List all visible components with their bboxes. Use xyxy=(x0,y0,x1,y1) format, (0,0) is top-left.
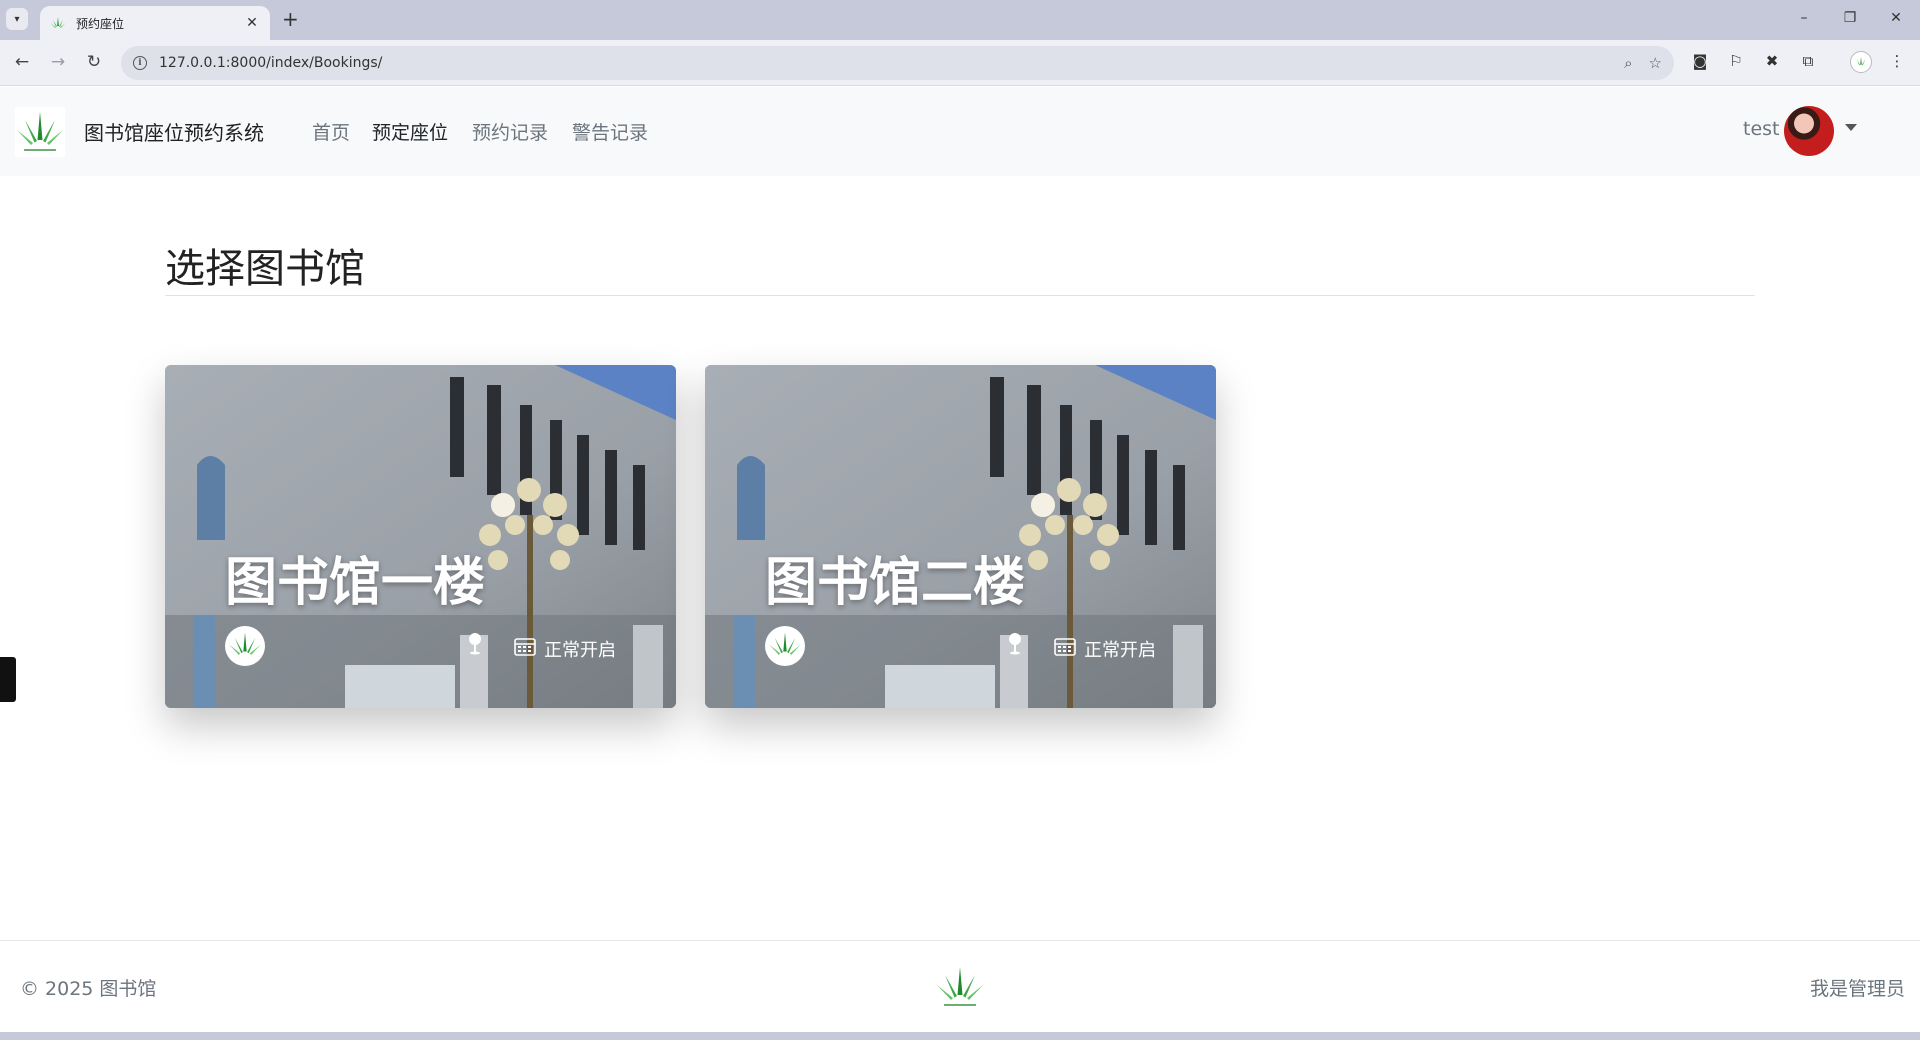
card-status: 正常开启 xyxy=(1084,640,1156,661)
site-navbar: 图书馆座位预约系统 首页 预定座位 预约记录 警告记录 test xyxy=(0,87,1920,176)
extension-x-icon[interactable]: ✖ xyxy=(1761,52,1783,70)
footer-logo xyxy=(935,963,985,1011)
calendar-icon xyxy=(1054,638,1076,656)
card-status: 正常开启 xyxy=(544,640,616,661)
browser-tab[interactable]: 预约座位 ✕ xyxy=(40,6,270,40)
minimize-icon[interactable]: – xyxy=(1794,10,1814,26)
restore-window-icon[interactable]: ❐ xyxy=(1840,10,1860,26)
new-tab-plus-icon[interactable]: + xyxy=(282,9,299,29)
library-card-floor-2[interactable]: 图书馆二楼 正常开启 xyxy=(705,365,1216,708)
location-pin-icon xyxy=(469,633,481,655)
favicon-logo-icon xyxy=(50,15,66,31)
window-bottom-border xyxy=(0,1032,1920,1040)
card-logo xyxy=(225,626,265,666)
forward-arrow-icon[interactable]: → xyxy=(47,52,69,72)
extensions-puzzle-icon[interactable]: ⧉ xyxy=(1797,52,1819,70)
page-heading: 选择图书馆 xyxy=(165,246,365,292)
browser-toolbar: ← → ↻ i 127.0.0.1:8000/index/Bookings/ ⌕… xyxy=(0,40,1920,86)
library-card-floor-1[interactable]: 图书馆一楼 正常开启 xyxy=(165,365,676,708)
user-name[interactable]: test xyxy=(1743,118,1780,140)
address-bar[interactable]: i 127.0.0.1:8000/index/Bookings/ ⌕ ☆ xyxy=(121,46,1674,80)
heading-divider xyxy=(165,295,1755,296)
reload-icon[interactable]: ↻ xyxy=(83,52,105,72)
tab-search-chevron-down-icon[interactable]: ▾ xyxy=(6,8,28,30)
brand-title[interactable]: 图书馆座位预约系统 xyxy=(84,117,264,146)
admin-link[interactable]: 我是管理员 xyxy=(1810,974,1905,1001)
user-avatar[interactable] xyxy=(1784,106,1834,156)
back-arrow-icon[interactable]: ← xyxy=(11,52,33,72)
nav-link-booking-records[interactable]: 预约记录 xyxy=(472,118,548,145)
bookmark-icon[interactable]: ⚐ xyxy=(1725,52,1747,70)
location-pin-icon xyxy=(1009,633,1021,655)
url-text[interactable]: 127.0.0.1:8000/index/Bookings/ xyxy=(159,55,1608,71)
site-info-icon[interactable]: i xyxy=(133,56,147,70)
close-window-icon[interactable]: ✕ xyxy=(1886,10,1906,26)
browser-menu-dots-icon[interactable]: ⋮ xyxy=(1886,52,1908,70)
user-dropdown-caret-icon[interactable] xyxy=(1845,124,1857,131)
zoom-icon[interactable]: ⌕ xyxy=(1624,54,1632,72)
extension-glasses-icon[interactable]: ◙ xyxy=(1689,52,1711,70)
browser-tab-strip: ▾ 预约座位 ✕ + – ❐ ✕ xyxy=(0,0,1920,40)
tab-close-icon[interactable]: ✕ xyxy=(244,15,260,31)
nav-link-warning-records[interactable]: 警告记录 xyxy=(572,118,648,145)
nav-link-reserve-seat[interactable]: 预定座位 xyxy=(372,118,448,145)
card-title[interactable]: 图书馆一楼 xyxy=(225,540,485,615)
tab-title: 预约座位 xyxy=(76,16,125,31)
calendar-icon xyxy=(514,638,536,656)
browser-profile-icon[interactable] xyxy=(1850,51,1872,73)
site-footer: © 2025 图书馆 我是管理员 xyxy=(0,940,1920,1032)
footer-copyright: © 2025 图书馆 xyxy=(20,978,157,1000)
card-logo xyxy=(765,626,805,666)
bookmark-star-icon[interactable]: ☆ xyxy=(1649,54,1662,72)
nav-link-home[interactable]: 首页 xyxy=(312,118,350,145)
card-title[interactable]: 图书馆二楼 xyxy=(765,540,1025,615)
brand-logo[interactable] xyxy=(15,107,65,157)
side-toolbar-handle[interactable] xyxy=(0,657,16,702)
